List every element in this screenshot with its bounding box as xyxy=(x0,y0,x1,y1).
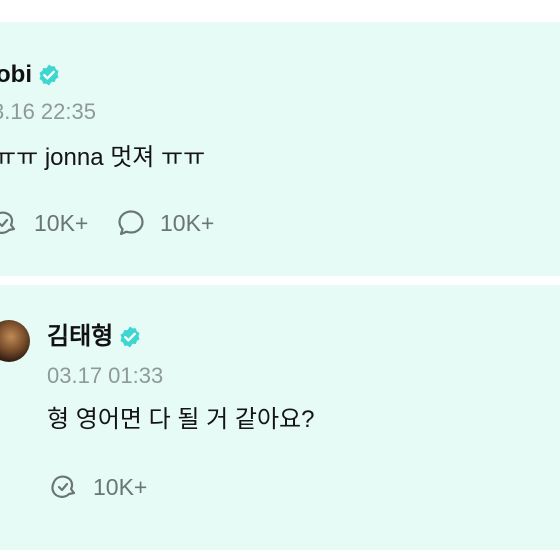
reaction-icon xyxy=(51,475,76,498)
reaction-button[interactable]: 10K+ xyxy=(0,208,88,238)
reaction-button[interactable]: 10K+ xyxy=(47,472,147,502)
comment-icon xyxy=(118,210,144,236)
verified-badge-icon xyxy=(120,326,140,348)
author-name[interactable]: 김태형 xyxy=(47,325,113,349)
comment-count: 10K+ xyxy=(160,209,215,236)
post-text: 형 영어면 다 될 거 같아요? xyxy=(47,406,315,433)
reaction-count: 10K+ xyxy=(34,209,89,236)
author-name[interactable]: obi xyxy=(0,63,32,87)
reaction-icon xyxy=(0,211,16,234)
verified-badge-icon xyxy=(39,64,59,86)
reaction-count: 10K+ xyxy=(93,473,148,500)
author-row: 김태형 xyxy=(47,325,142,349)
post-text: ㅠㅠ jonna 멋져 ㅠㅠ xyxy=(0,144,206,171)
post-timestamp: 03.17 01:33 xyxy=(47,363,164,388)
author-row: obi xyxy=(0,63,61,87)
post-timestamp: 3.16 22:35 xyxy=(0,99,96,124)
comment-button[interactable]: 10K+ xyxy=(116,208,214,238)
